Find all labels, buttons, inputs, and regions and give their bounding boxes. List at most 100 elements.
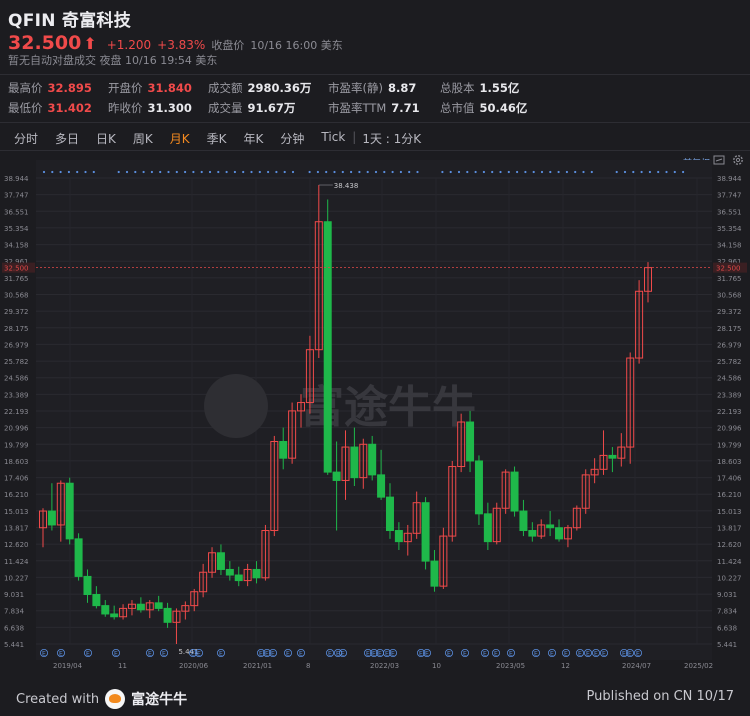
y-tick-label-left: 23.389	[4, 391, 29, 399]
tab-period[interactable]: Tick	[321, 130, 345, 147]
candle-body	[323, 221, 332, 473]
y-tick-label-left: 36.551	[4, 208, 29, 216]
y-tick-label-right: 25.782	[717, 358, 742, 366]
candle-body	[474, 460, 483, 515]
tab-period[interactable]: 周K	[133, 130, 153, 147]
earnings-marker-glyph: E	[162, 651, 166, 658]
candle-body	[546, 524, 555, 529]
event-marker-dot	[192, 170, 195, 174]
earnings-marker-glyph: E	[483, 651, 487, 658]
y-tick-label-right: 23.389	[717, 391, 742, 399]
y-tick-label-left: 24.586	[4, 375, 29, 383]
event-marker-dot	[333, 170, 336, 174]
candle-body	[608, 454, 617, 459]
event-marker-dot	[449, 170, 452, 174]
y-tick-label-left: 31.765	[4, 275, 29, 283]
event-marker-dot	[623, 170, 627, 174]
candle-body	[555, 527, 564, 540]
earnings-marker-glyph: E	[550, 651, 554, 658]
interval-selector[interactable]: 1天 : 1分K	[362, 130, 421, 147]
event-marker-dot	[665, 170, 668, 174]
earnings-marker-glyph: E	[265, 651, 269, 658]
earnings-marker-glyph: E	[425, 651, 429, 658]
event-marker-dot	[632, 170, 635, 174]
earnings-marker-glyph: E	[219, 651, 223, 658]
tab-period[interactable]: 月K	[170, 130, 190, 147]
earnings-marker-glyph: E	[494, 651, 498, 658]
y-tick-label-right: 12.620	[717, 541, 742, 549]
stat-label: 最低价	[8, 101, 43, 115]
event-marker-dot	[358, 170, 361, 174]
earnings-marker-glyph: E	[197, 651, 201, 658]
y-tick-label-right: 19.799	[717, 441, 742, 449]
kline-chart[interactable]: 38.944 38.944 37.747 37.747 36.551 36.551 35.3…	[0, 160, 750, 676]
candle-body	[332, 471, 341, 481]
tab-period[interactable]: 多日	[55, 130, 79, 147]
x-tick-label: 2024/07	[622, 662, 651, 670]
y-tick-label-right: 30.568	[717, 292, 742, 300]
created-with-label: Created with	[16, 691, 100, 707]
x-tick-label: 8	[306, 662, 310, 670]
event-marker-dot	[316, 170, 319, 174]
earnings-marker-glyph: E	[271, 651, 275, 658]
y-tick-label-right: 11.424	[717, 558, 742, 566]
event-marker-dot	[242, 170, 245, 174]
created-with: Created with 富途牛牛	[16, 689, 187, 709]
stock-title: QFIN 奇富科技	[8, 6, 137, 31]
stat-label: 开盘价	[108, 81, 143, 95]
earnings-marker-glyph: E	[578, 651, 582, 658]
event-marker-dot	[540, 170, 544, 174]
y-tick-label-left: 19.799	[4, 441, 29, 449]
event-marker-dot	[341, 170, 344, 174]
event-marker-dot	[532, 170, 535, 174]
candle-body	[154, 602, 163, 609]
event-marker-dot	[217, 170, 220, 174]
x-tick-label: 2020/06	[179, 662, 209, 670]
y-tick-label-left: 12.620	[4, 541, 29, 549]
y-tick-label-left: 25.782	[4, 358, 29, 366]
session-status: 暂无自动对盘成交 夜盘 10/16 19:54 美东	[8, 54, 218, 67]
earnings-marker-glyph: E	[385, 651, 389, 658]
earnings-marker-glyph: E	[114, 651, 118, 658]
y-tick-label-left: 37.747	[4, 192, 29, 200]
event-marker-dot	[51, 170, 54, 174]
tab-period[interactable]: 季K	[207, 130, 227, 147]
stat-item: 开盘价 31.840	[108, 80, 192, 96]
candle-body	[377, 474, 386, 498]
x-tick-label: 2019/04	[53, 662, 83, 670]
tab-period[interactable]: 日K	[96, 130, 116, 147]
y-tick-label-right: 38.944	[717, 175, 742, 183]
event-marker-dot	[159, 170, 162, 174]
y-tick-label-right: 7.834	[717, 608, 738, 616]
tab-period[interactable]: 年K	[244, 130, 264, 147]
published-date: Published on CN 10/17	[586, 689, 734, 704]
stat-item: 总市值 50.46亿	[440, 100, 527, 116]
earnings-marker-glyph: E	[447, 651, 451, 658]
y-tick-label-right: 15.013	[717, 508, 742, 516]
event-marker-dot	[59, 170, 62, 174]
candle-body	[510, 471, 519, 512]
event-marker-dot	[325, 170, 328, 174]
period-tabs: 分时 多日 日K 周K 月K 季K 年K 分钟 Tick | 1天 : 1分K	[14, 130, 438, 147]
event-marker-dot	[374, 170, 378, 174]
earnings-marker-glyph: E	[328, 651, 332, 658]
x-tick-label: 2025/02	[684, 662, 713, 670]
tab-period[interactable]: 分钟	[280, 130, 304, 147]
stat-item: 市盈率(静) 8.87	[328, 80, 416, 96]
tab-period[interactable]: 分时	[14, 130, 38, 147]
event-marker-dot	[267, 170, 270, 174]
stat-value: 1.55亿	[479, 81, 520, 95]
x-tick-label: 12	[561, 662, 570, 670]
stat-label: 市盈率TTM	[328, 101, 387, 115]
earnings-marker-glyph: E	[564, 651, 568, 658]
event-marker-dot	[184, 170, 187, 174]
event-marker-dot	[491, 170, 494, 174]
stat-value: 2980.36万	[247, 81, 312, 95]
event-marker-dot	[175, 170, 178, 174]
stat-value: 31.300	[147, 101, 192, 115]
earnings-marker-glyph: E	[636, 651, 640, 658]
y-tick-label-right: 35.354	[717, 225, 742, 233]
candle-body	[136, 603, 145, 611]
candle-body	[528, 530, 537, 537]
stat-item: 最低价 31.402	[8, 100, 92, 116]
